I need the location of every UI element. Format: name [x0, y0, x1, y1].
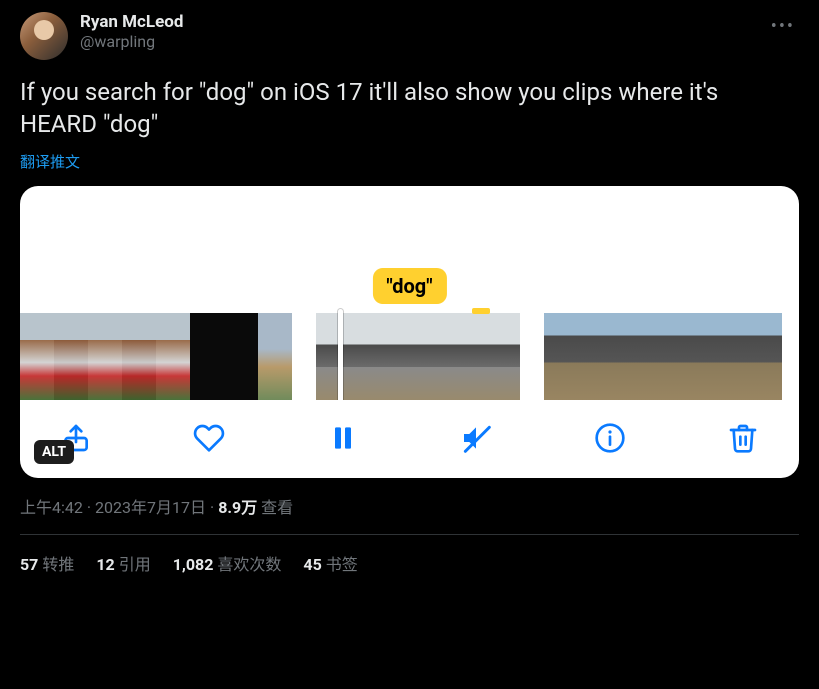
info-button[interactable] — [594, 422, 626, 454]
clip-frame — [646, 313, 680, 400]
clip-frame — [486, 313, 520, 400]
clip-frame — [122, 313, 156, 400]
search-term-bubble: "dog" — [372, 268, 446, 304]
quotes-stat[interactable]: 12引用 — [96, 551, 150, 575]
author-handle: @warpling — [80, 32, 755, 51]
playhead[interactable] — [338, 309, 343, 400]
clip-frame — [258, 313, 292, 400]
views-count: 8.9万 — [218, 498, 257, 517]
clip-frame — [578, 313, 612, 400]
clip-thumbnail-group[interactable] — [544, 313, 782, 400]
author-block[interactable]: Ryan McLeod @warpling — [80, 12, 755, 51]
mute-button[interactable] — [460, 422, 492, 454]
clip-frame — [680, 313, 714, 400]
clip-frame — [418, 313, 452, 400]
clip-thumbnail-group[interactable] — [316, 313, 520, 400]
clip-frame — [20, 313, 54, 400]
clip-frame — [316, 313, 350, 400]
tweet-stats: 57转推 12引用 1,082喜欢次数 45书签 — [20, 535, 799, 591]
tweet-time[interactable]: 上午4:42 — [20, 498, 83, 517]
clip-frame — [452, 313, 486, 400]
retweets-stat[interactable]: 57转推 — [20, 551, 74, 575]
delete-button[interactable] — [727, 422, 759, 454]
clip-frame — [714, 313, 748, 400]
tweet-meta: 上午4:42·2023年7月17日·8.9万 查看 — [20, 494, 799, 535]
clip-frame — [224, 313, 258, 400]
clip-frame — [156, 313, 190, 400]
tweet-header: Ryan McLeod @warpling ••• — [20, 12, 799, 60]
clip-frame — [612, 313, 646, 400]
clip-frame — [748, 313, 782, 400]
tweet-date[interactable]: 2023年7月17日 — [95, 498, 206, 517]
media-controls — [20, 400, 799, 478]
like-button[interactable] — [193, 422, 225, 454]
translate-link[interactable]: 翻译推文 — [20, 151, 80, 172]
tweet-container: Ryan McLeod @warpling ••• If you search … — [0, 0, 819, 603]
clip-frame — [190, 313, 224, 400]
tweet-text: If you search for "dog" on iOS 17 it'll … — [20, 76, 799, 141]
author-display-name: Ryan McLeod — [80, 12, 755, 32]
views-label: 查看 — [261, 498, 293, 517]
pause-button[interactable] — [327, 422, 359, 454]
clip-frame — [54, 313, 88, 400]
clip-frame — [350, 313, 384, 400]
clip-frame — [384, 313, 418, 400]
likes-stat[interactable]: 1,082喜欢次数 — [173, 551, 282, 575]
bookmarks-stat[interactable]: 45书签 — [303, 551, 357, 575]
media-card[interactable]: "dog" — [20, 186, 799, 478]
clip-thumbnail-group[interactable] — [20, 313, 292, 400]
more-menu-button[interactable]: ••• — [767, 12, 799, 41]
clip-frame — [544, 313, 578, 400]
search-term-marker — [472, 308, 490, 314]
avatar[interactable] — [20, 12, 68, 60]
clip-frame — [88, 313, 122, 400]
alt-badge[interactable]: ALT — [34, 440, 74, 464]
